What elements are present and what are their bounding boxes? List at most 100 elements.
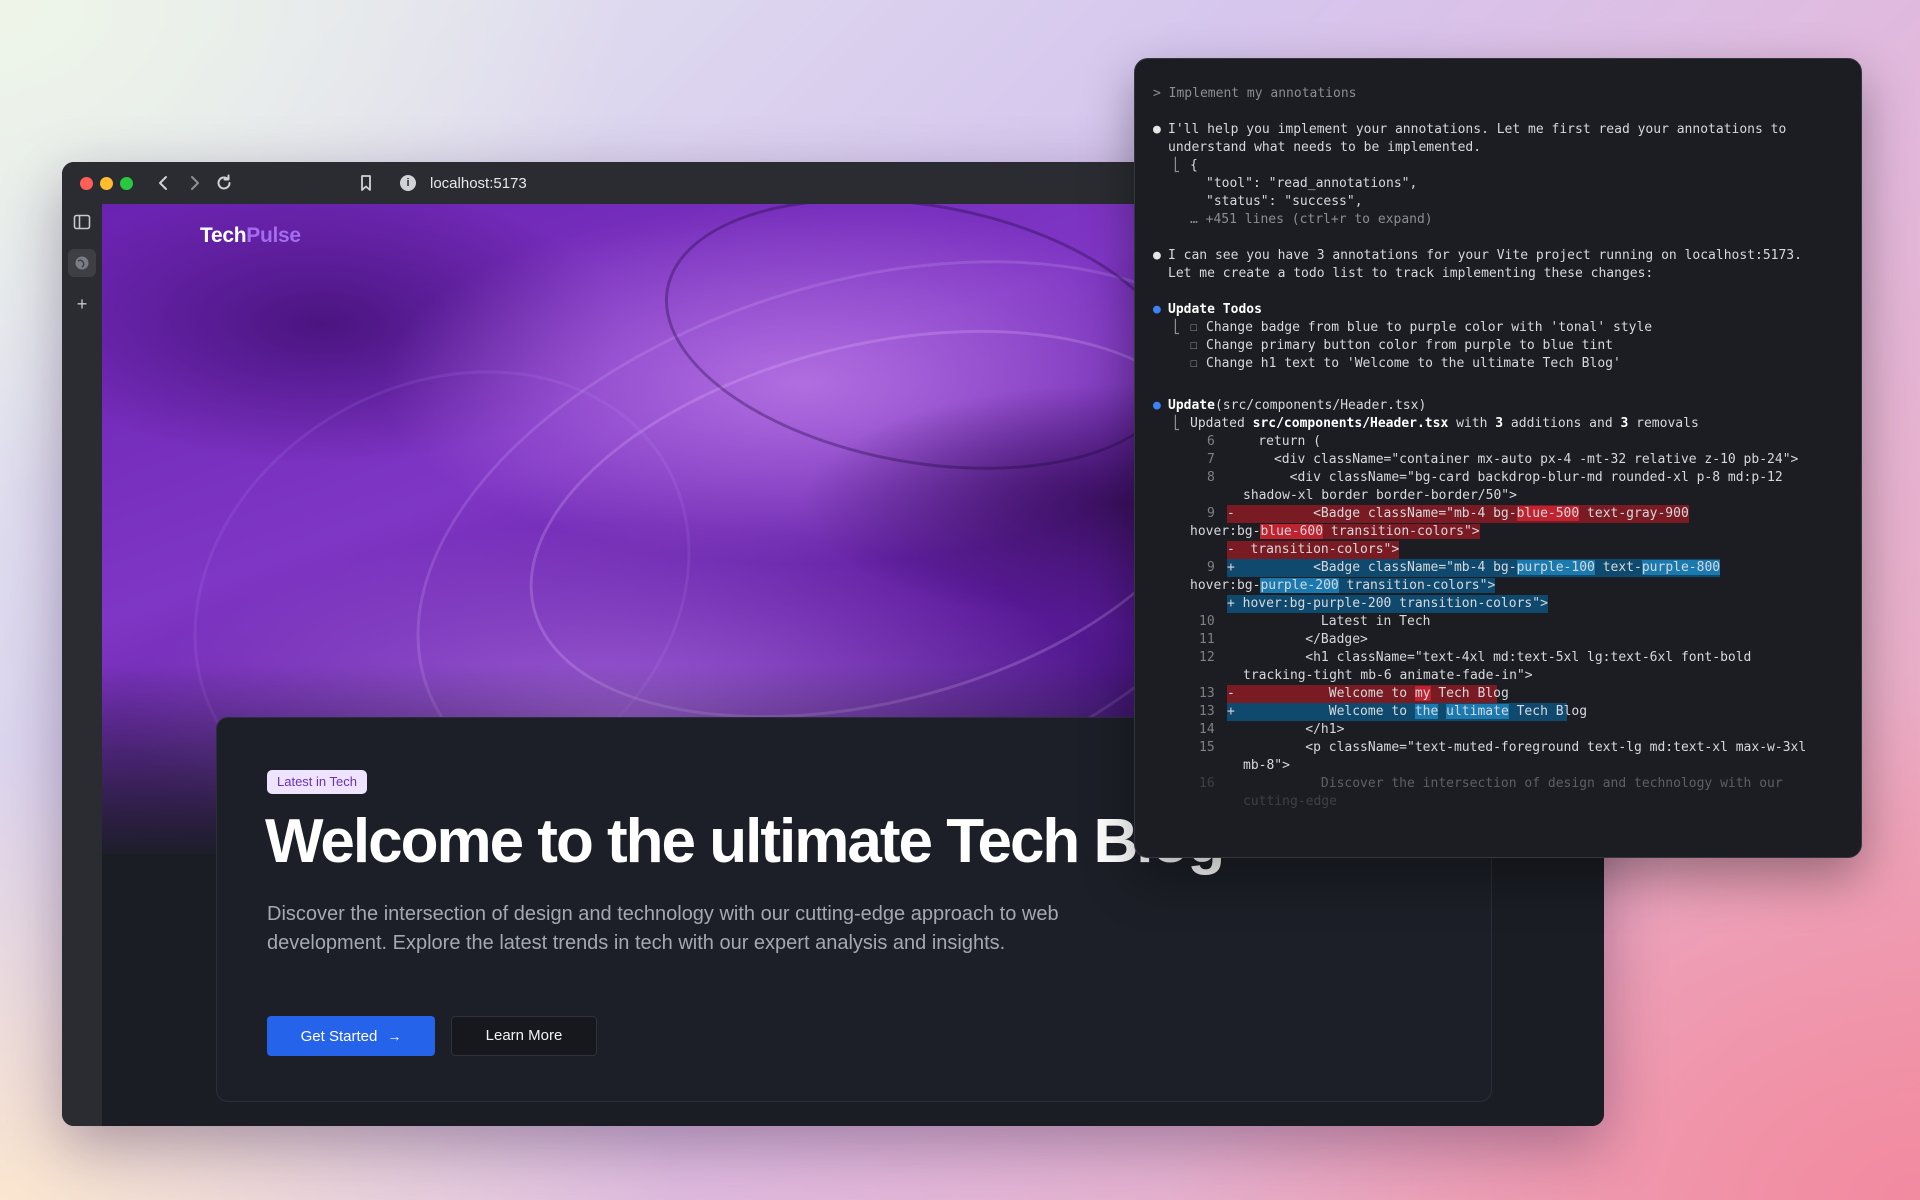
msg1-line1: I'll help you implement your annotations… [1168,122,1787,137]
expand-lines-hint[interactable]: … +451 lines (ctrl+r to expand) [1190,211,1433,229]
todos-title: Update Todos [1168,302,1262,317]
diff-removed-line: - transition-colors"> [1227,541,1400,559]
latest-badge: Latest in Tech [267,770,367,794]
site-info-icon[interactable]: i [400,175,416,191]
line-number: 14 [1199,722,1215,737]
diff-removed-line: hover:bg-blue-600 transition-colors"> [1190,523,1480,541]
diff-added-line: + Welcome to the ultimate Tech Blog [1227,703,1587,721]
diff-line: <div className="bg-card backdrop-blur-md… [1227,470,1783,485]
update-header: Update(src/components/Header.tsx) [1168,397,1426,415]
todo-item: Change h1 text to 'Welcome to the ultima… [1206,356,1621,371]
msg2-line1: I can see you have 3 annotations for you… [1168,248,1802,263]
diff-line: shadow-xl border border-border/50"> [1243,488,1517,503]
get-started-button[interactable]: Get Started → [267,1016,435,1056]
diff-line: cutting-edge [1243,794,1337,809]
updated-file: src/components/Header.tsx [1252,416,1449,431]
line-number: 7 [1207,452,1215,467]
diff-line: <h1 className="text-4xl md:text-5xl lg:t… [1227,650,1752,665]
diff-text: <Badge className="mb-4 bg- [1234,560,1517,575]
json-open: { [1190,158,1198,173]
close-window-button[interactable] [80,177,93,190]
additions-and: additions and [1503,416,1621,431]
diff-sign: + [1227,560,1235,575]
checkbox-icon: ☐ [1190,320,1198,335]
bullet-icon: ● [1153,122,1161,137]
diff-added-line: hover:bg-purple-200 transition-colors"> [1190,577,1496,595]
url-text: localhost:5173 [430,174,527,192]
line-number: 8 [1207,470,1215,485]
json-status: "status": "success", [1206,194,1363,209]
diff-highlight: my [1414,686,1431,701]
diff-text: text- [1594,560,1642,575]
diff-text: hover:bg- [1190,578,1261,593]
removals-label: removals [1628,416,1699,431]
line-number: 10 [1199,614,1215,629]
diff-text: Tech Blog [1508,704,1588,719]
diff-highlight: the [1414,704,1439,719]
line-number: 6 [1207,434,1215,449]
diff-text: Tech Blog [1430,686,1509,701]
get-started-label: Get Started [300,1028,378,1045]
diff-line: return ( [1227,434,1321,449]
diff-line: <p className="text-muted-foreground text… [1227,740,1807,755]
terminal-prompt: > Implement my annotations [1153,86,1357,101]
diff-removed-line: - Welcome to my Tech Blog [1227,685,1509,703]
diff-highlight: blue-600 [1260,524,1324,539]
reload-icon[interactable] [212,171,236,195]
msg1-line2: understand what needs to be implemented. [1168,140,1482,155]
logo-accent-text: Pulse [246,224,301,247]
bullet-icon: ● [1153,248,1161,263]
arrow-right-icon: → [387,1028,402,1044]
back-icon[interactable] [152,171,176,195]
diff-text: Welcome to [1234,704,1415,719]
update-label: Update [1168,398,1215,413]
browser-sidebar: + [62,204,102,1126]
update-bullet-icon: ● [1153,398,1161,413]
diff-highlight: blue-500 [1516,506,1580,521]
json-tool: "tool": "read_annotations", [1206,176,1418,191]
minimize-window-button[interactable] [100,177,113,190]
diff-line: Discover the intersection of design and … [1227,776,1783,791]
checkbox-icon: ☐ [1190,356,1198,371]
todo-item: Change badge from blue to purple color w… [1206,320,1653,335]
diff-text: text-gray-900 [1579,506,1689,521]
line-number: 9 [1207,506,1215,521]
additions-count: 3 [1495,416,1504,431]
diff-highlight: purple-100 [1516,560,1595,575]
diff-line: <div className="container mx-auto px-4 -… [1227,452,1799,467]
line-number: 15 [1199,740,1215,755]
hero-description: Discover the intersection of design and … [267,903,1059,954]
logo-text: Tech [200,224,247,247]
diff-line: </h1> [1227,722,1345,737]
globe-tab-icon[interactable] [68,249,96,277]
page-headline: Welcome to the ultimate Tech Blog [265,807,1225,876]
diff-line: tracking-tight mb-6 animate-fade-in"> [1243,668,1533,683]
diff-line: Latest in Tech [1227,614,1431,629]
diff-text: hover:bg- [1190,524,1261,539]
diff-text: <Badge className="mb-4 bg- [1234,506,1517,521]
diff-added-line: + <Badge className="mb-4 bg-purple-100 t… [1227,559,1721,577]
diff-line: </Badge> [1227,632,1368,647]
diff-text: Welcome to [1234,686,1415,701]
learn-more-button[interactable]: Learn More [451,1016,597,1056]
zoom-window-button[interactable] [120,177,133,190]
diff-highlight: purple-200 [1260,578,1339,593]
forward-icon[interactable] [182,171,206,195]
tree-branch-icon: ⎣ [1173,416,1181,431]
diff-sign: - [1227,506,1235,521]
line-number: 12 [1199,650,1215,665]
update-file: (src/components/Header.tsx) [1214,398,1427,413]
diff-added-line: + hover:bg-purple-200 transition-colors"… [1227,595,1548,613]
todo-item: Change primary button color from purple … [1206,338,1613,353]
updated-prefix: Updated [1190,416,1253,431]
diff-highlight: ultimate [1446,704,1509,719]
terminal-panel: > Implement my annotations ● I'll help y… [1134,58,1862,858]
diff-line: mb-8"> [1243,758,1290,773]
sidebar-toggle-icon[interactable] [68,208,96,236]
diff-removed-line: - <Badge className="mb-4 bg-blue-500 tex… [1227,505,1689,523]
diff-sign: + [1227,704,1235,719]
todos-bullet-icon: ● [1153,302,1161,317]
new-tab-plus-icon[interactable]: + [68,290,96,318]
site-logo[interactable]: TechPulse [200,224,301,248]
bookmark-icon[interactable] [354,171,378,195]
